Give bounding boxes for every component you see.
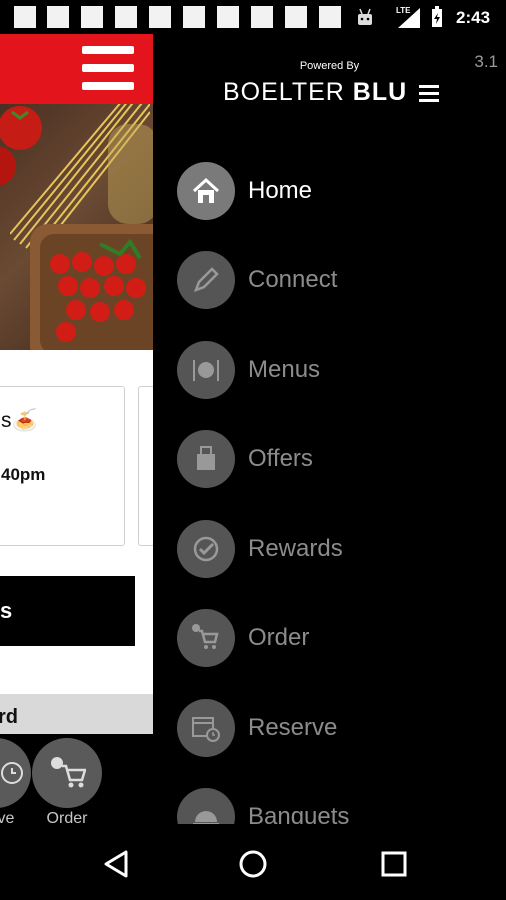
battery-icon <box>432 6 442 27</box>
drawer-item-label: Reserve <box>248 714 338 741</box>
content-area: s🍝 40pm s <box>0 350 153 694</box>
notification-icon <box>319 6 341 28</box>
cart-icon <box>177 609 235 667</box>
drawer-item-label: Connect <box>248 266 338 293</box>
notification-icon <box>47 6 69 28</box>
notification-icon <box>183 6 205 28</box>
app-bottom-nav: ve Order <box>0 734 153 824</box>
brand-right: BLU <box>352 78 408 106</box>
home-icon <box>177 162 235 220</box>
notification-icon <box>149 6 171 28</box>
drawer-item-label: Banquets <box>248 803 350 824</box>
status-bar: LTE 2:43 <box>0 0 506 34</box>
notification-icon <box>115 6 137 28</box>
drawer-item-banquets[interactable]: Banquets <box>177 788 497 824</box>
clock: 2:43 <box>456 8 491 27</box>
hero-image <box>0 104 153 350</box>
card-title: s🍝 <box>1 409 38 432</box>
bottom-nav-reserve[interactable]: ve <box>0 738 32 824</box>
drawer-item-home[interactable]: Home <box>177 162 497 222</box>
notification-icon <box>14 6 36 28</box>
notification-icon <box>285 6 307 28</box>
pencil-icon <box>177 251 235 309</box>
info-card[interactable] <box>138 386 153 546</box>
section-band: rd <box>0 694 153 734</box>
drawer-item-reserve[interactable]: Reserve <box>177 699 497 759</box>
brand-logo: BOELTER BLU <box>223 78 407 107</box>
hamburger-menu-icon[interactable] <box>82 46 134 90</box>
action-button-label: s <box>0 598 13 623</box>
notification-icon <box>251 6 273 28</box>
tomato-bowl-illustration <box>30 224 153 350</box>
back-icon[interactable] <box>96 844 136 884</box>
drawer-item-label: Home <box>248 177 313 204</box>
reserve-icon <box>0 738 31 808</box>
calendar-icon <box>177 699 235 757</box>
signal-icon <box>398 8 420 28</box>
info-card[interactable]: s🍝 40pm <box>0 386 125 546</box>
drawer-item-connect[interactable]: Connect <box>177 251 497 311</box>
drawer-item-label: Rewards <box>248 535 343 562</box>
recents-icon[interactable] <box>374 844 414 884</box>
brand-e-mark <box>419 85 439 103</box>
drawer-item-offers[interactable]: Offers <box>177 430 497 490</box>
drawer-item-rewards[interactable]: Rewards <box>177 520 497 580</box>
powered-by-label: Powered By <box>299 60 360 72</box>
drawer-item-order[interactable]: Order <box>177 609 497 669</box>
cart-icon <box>32 738 102 808</box>
offer-tag-icon <box>177 430 235 488</box>
drawer-item-label: Menus <box>248 356 321 383</box>
brand-left: BOELTER <box>223 78 345 106</box>
card-hours: 40pm <box>1 465 46 484</box>
system-nav-bar <box>0 824 506 900</box>
tomato-illustration <box>0 106 42 186</box>
drawer-item-menus[interactable]: Menus <box>177 341 497 401</box>
notification-icon <box>81 6 103 28</box>
check-badge-icon <box>177 520 235 578</box>
bottom-nav-label: Order <box>46 810 88 824</box>
bottom-nav-order[interactable]: Order <box>31 738 103 824</box>
navigation-drawer: 3.1 Powered By BOELTER BLU Home Connect … <box>153 34 506 824</box>
plate-icon <box>177 341 235 399</box>
cloche-icon <box>177 788 235 824</box>
android-icon <box>358 8 372 25</box>
home-circle-icon[interactable] <box>233 844 273 884</box>
drawer-item-label: Order <box>248 624 310 651</box>
drawer-item-label: Offers <box>248 445 313 472</box>
action-button[interactable]: s <box>0 576 135 646</box>
app-header <box>0 34 153 104</box>
app-background: s🍝 40pm s rd ve Order <box>0 34 153 824</box>
section-band-label: rd <box>0 706 18 728</box>
notification-icon <box>217 6 239 28</box>
oil-bottle <box>108 124 153 224</box>
